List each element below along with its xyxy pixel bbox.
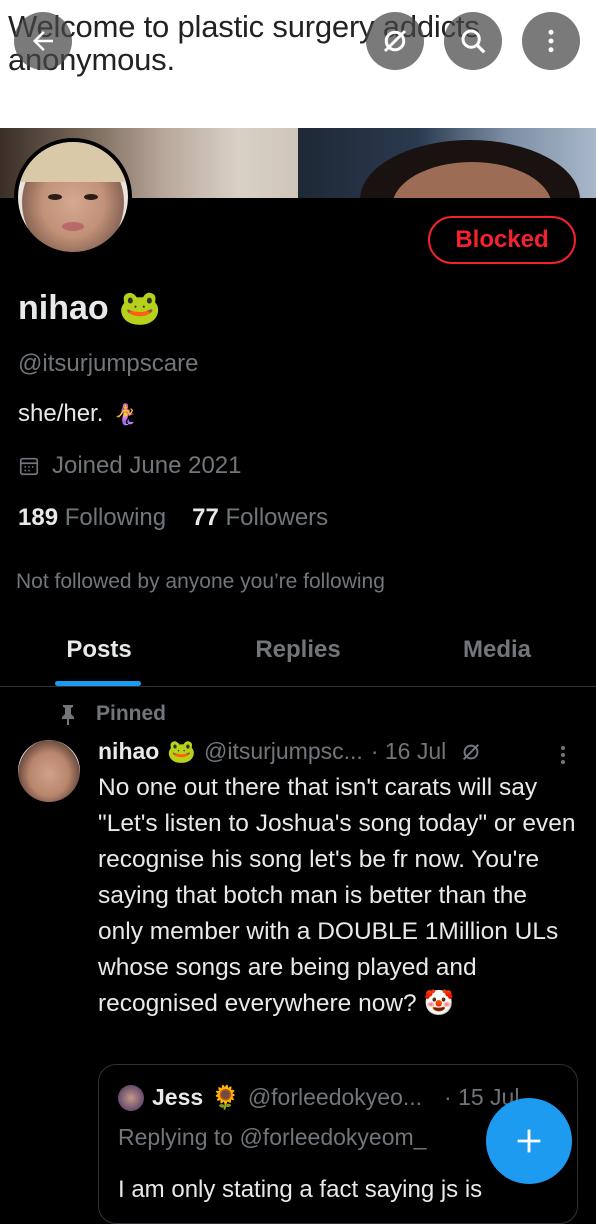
mermaid-emoji: 🧜‍♀️ xyxy=(113,403,139,426)
banner-text: Welcome to plastic surgery addicts anony… xyxy=(8,9,480,77)
quoted-author-handle: @forleedokyeo... xyxy=(247,1084,423,1110)
post-text: No one out there that isn't carats will … xyxy=(98,770,578,1022)
more-vertical-icon xyxy=(548,29,554,53)
post-author-avatar[interactable] xyxy=(18,740,80,802)
more-vertical-icon xyxy=(561,746,565,764)
tab-posts[interactable]: Posts xyxy=(0,636,198,686)
quoted-post-header: Jess 🌻 @forleedokyeo... · 15 Jul xyxy=(118,1084,519,1111)
profile-banner[interactable]: Welcome to plastic surgery addicts anony… xyxy=(0,0,596,128)
blocked-button[interactable]: Blocked xyxy=(428,216,576,264)
tab-replies[interactable]: Replies xyxy=(199,636,397,686)
tab-media-label: Media xyxy=(462,636,531,663)
more-options-button[interactable] xyxy=(522,12,580,70)
pin-icon xyxy=(62,705,74,725)
bio-text: she/her. xyxy=(18,400,104,427)
joined-date: Joined June 2021 xyxy=(18,452,242,480)
post-date[interactable]: · 16 Jul xyxy=(371,738,446,765)
profile-handle: @itsurjumpscare xyxy=(18,350,199,377)
frog-emoji: 🐸 xyxy=(167,738,196,764)
pinned-label: Pinned xyxy=(58,702,166,726)
compose-button[interactable] xyxy=(486,1098,572,1184)
profile-body xyxy=(0,198,596,1200)
following-count: 189 xyxy=(18,504,59,531)
followers-link[interactable]: 77 Followers xyxy=(192,504,328,532)
sunflower-emoji: 🌻 xyxy=(211,1084,240,1110)
quoted-author-name: Jess xyxy=(152,1084,204,1110)
quoted-author-avatar xyxy=(118,1084,144,1111)
tab-divider xyxy=(0,686,596,687)
followers-count: 77 xyxy=(192,504,219,531)
plus-icon xyxy=(517,1129,541,1153)
joined-text: Joined June 2021 xyxy=(52,452,242,479)
search-button[interactable] xyxy=(444,12,502,70)
search-icon xyxy=(461,29,486,54)
frog-emoji: 🐸 xyxy=(118,289,162,327)
mute-button[interactable] xyxy=(366,12,424,70)
no-signal-icon xyxy=(463,743,480,760)
tab-media[interactable]: Media xyxy=(398,636,596,686)
profile-avatar[interactable] xyxy=(14,138,132,256)
arrow-left-icon xyxy=(33,31,53,51)
followers-label: Followers xyxy=(225,504,329,531)
profile-bio: she/her. 🧜‍♀️ xyxy=(18,400,138,428)
post-header: nihao 🐸 @itsurjumpsc... · 16 Jul xyxy=(98,738,482,765)
post-author-name[interactable]: nihao xyxy=(98,738,159,765)
back-button[interactable] xyxy=(14,12,72,70)
clown-emoji: 🤡 xyxy=(423,990,455,1017)
no-signal-icon xyxy=(383,29,407,53)
following-label: Following xyxy=(64,504,167,531)
pinned-text: Pinned xyxy=(96,702,167,725)
profile-name: nihao 🐸 xyxy=(18,288,161,328)
post-text-content: No one out there that isn't carats will … xyxy=(98,774,576,1017)
post-author-handle[interactable]: @itsurjumpsc... xyxy=(204,738,363,765)
calendar-icon xyxy=(19,457,39,476)
tab-replies-label: Replies xyxy=(255,636,341,663)
post-more-button[interactable] xyxy=(548,740,578,770)
following-link[interactable]: 189 Following xyxy=(18,504,166,532)
profile-name-text: nihao xyxy=(18,288,109,327)
follow-stats: 189 Following 77 Followers xyxy=(18,504,328,532)
not-followed-notice: Not followed by anyone you’re following xyxy=(16,570,385,593)
quoted-replying-to: Replying to @forleedokyeom_ xyxy=(118,1124,427,1150)
tab-posts-label: Posts xyxy=(66,636,132,663)
